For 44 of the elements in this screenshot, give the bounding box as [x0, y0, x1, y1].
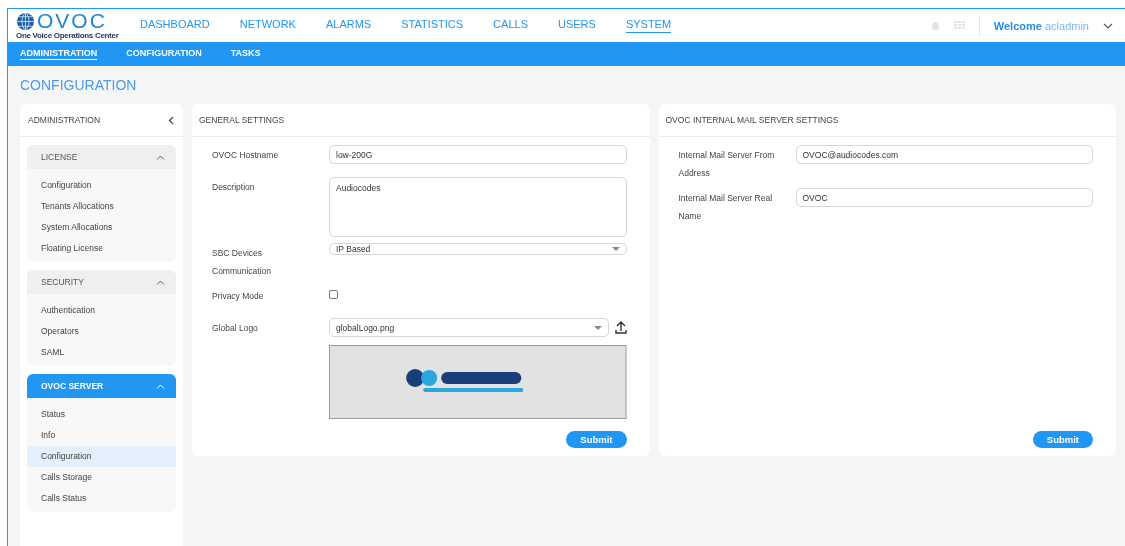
- field-label: OVOC Hostname: [212, 149, 280, 162]
- sidebar-item[interactable]: Operators: [27, 321, 176, 342]
- sidebar-item[interactable]: Tenants Allocations: [27, 196, 176, 217]
- page-title: CONFIGURATION: [19, 76, 138, 95]
- field-label: Description: [212, 181, 256, 194]
- section-header[interactable]: LICENSE: [27, 145, 176, 169]
- text-field[interactable]: low-200G: [329, 145, 627, 164]
- dropdown-caret-icon: [593, 325, 602, 330]
- field-label: Internal Mail Server From Address: [678, 149, 776, 180]
- globe-icon: [16, 11, 35, 31]
- field-label: Global Logo: [212, 322, 259, 335]
- sidebar-item[interactable]: Authentication: [27, 300, 176, 321]
- field-label: SBC Devices Communication: [212, 247, 273, 278]
- sidebar-item[interactable]: Info: [27, 425, 176, 446]
- chevron-left-icon[interactable]: [168, 115, 174, 125]
- text-field[interactable]: OVOC: [795, 188, 1093, 207]
- upload-icon[interactable]: [614, 321, 627, 334]
- checkbox[interactable]: [329, 290, 338, 299]
- brand-name: OVOC: [37, 11, 107, 31]
- sidebar-item[interactable]: Status: [27, 404, 176, 425]
- chevron-up-icon: [156, 154, 165, 160]
- description-field[interactable]: Audiocodes: [329, 177, 627, 237]
- dropdown-caret-icon: [611, 247, 620, 251]
- sidebar-item[interactable]: System Allocations: [27, 217, 176, 238]
- sidebar-item[interactable]: Floating License: [27, 238, 176, 259]
- sidebar-item[interactable]: SAML: [27, 342, 176, 363]
- text-field[interactable]: OVOC@audiocodes.com: [795, 145, 1093, 164]
- section-header[interactable]: SECURITY: [27, 270, 176, 294]
- sidebar-item[interactable]: Configuration: [27, 175, 176, 196]
- brand-tagline: One Voice Operations Center: [16, 31, 120, 40]
- sidebar-title: ADMINISTRATION: [28, 115, 101, 125]
- chevron-up-icon: [156, 279, 165, 285]
- welcome-text: Welcome acladmin: [978, 15, 1089, 36]
- sidebar-item[interactable]: Calls Storage: [27, 467, 176, 488]
- field-label: Internal Mail Server Real Name: [678, 192, 774, 223]
- dropdown-field[interactable]: globalLogo.png: [329, 318, 609, 337]
- chevron-down-icon[interactable]: [1103, 22, 1113, 29]
- card-title: OVOC INTERNAL MAIL SERVER SETTINGS: [665, 115, 839, 125]
- field-label: Privacy Mode: [212, 290, 265, 303]
- card-title: GENERAL SETTINGS: [199, 115, 285, 125]
- dropdown-field[interactable]: IP Based: [329, 243, 627, 255]
- sidebar-item[interactable]: Calls Status: [27, 488, 176, 509]
- sidebar-item[interactable]: Configuration: [27, 446, 176, 467]
- chevron-up-icon: [156, 383, 165, 389]
